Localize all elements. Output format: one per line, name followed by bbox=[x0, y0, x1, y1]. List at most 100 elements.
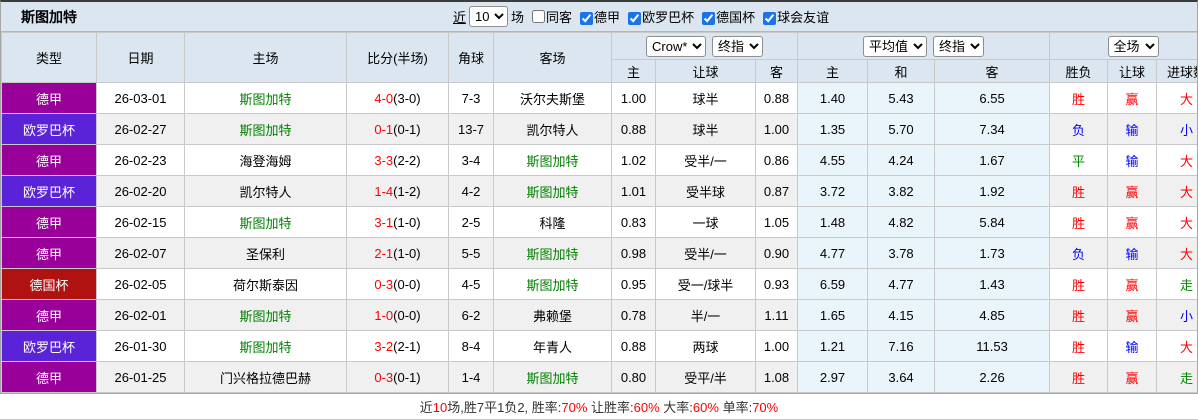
cell-odds-away: 1.11 bbox=[754, 299, 799, 331]
cell-league: 欧罗巴杯 bbox=[1, 175, 97, 207]
col-header-date: 日期 bbox=[96, 32, 185, 83]
cell-odds-home: 1.00 bbox=[611, 82, 656, 114]
summary-text-segment: 场,胜7平1负2, 胜率: bbox=[447, 400, 562, 415]
cell-result-handicap: 输 bbox=[1107, 330, 1158, 362]
cell-avg-home: 2.97 bbox=[797, 361, 869, 393]
col-header-avg-home: 主 bbox=[797, 59, 869, 83]
cell-odds-home: 1.02 bbox=[611, 144, 656, 176]
cell-date: 26-02-15 bbox=[96, 206, 185, 238]
cell-score: 0-1(0-1) bbox=[346, 113, 449, 145]
cell-result-goals: 大 bbox=[1156, 82, 1197, 114]
cell-avg-away: 1.43 bbox=[934, 268, 1051, 300]
panel-titlebar: 斯图加特 近 10 场 同客 德甲 欧罗巴杯 德国杯 球会友谊 bbox=[1, 2, 1197, 32]
cell-avg-draw: 4.77 bbox=[867, 268, 936, 300]
odds-stage-select-2[interactable]: 终指 bbox=[933, 35, 985, 57]
cell-score: 3-1(1-0) bbox=[346, 206, 449, 238]
league-filter-checkbox[interactable] bbox=[763, 12, 777, 26]
cell-corners: 8-4 bbox=[448, 330, 494, 362]
cell-avg-draw: 5.43 bbox=[867, 82, 936, 114]
cell-home-team: 斯图加特 bbox=[184, 330, 347, 362]
match-row: 德甲 26-02-07 圣保利 2-1(1-0) 5-5 斯图加特 0.98 受半/一 0.90… bbox=[1, 237, 1197, 269]
cell-away-team: 科隆 bbox=[493, 206, 612, 238]
cell-date: 26-01-25 bbox=[96, 361, 185, 393]
cell-result-outcome: 胜 bbox=[1049, 361, 1109, 393]
match-scope-select[interactable]: 全场 bbox=[1107, 35, 1159, 57]
halftime-score: (1-0) bbox=[393, 245, 421, 261]
cell-odds-handicap: 受平/半 bbox=[655, 361, 756, 393]
cell-away-team: 斯图加特 bbox=[493, 144, 612, 176]
cell-odds-handicap: 球半 bbox=[655, 113, 756, 145]
col-header-type: 类型 bbox=[1, 32, 97, 83]
cell-score: 0-3(0-1) bbox=[346, 361, 449, 393]
header-group-row: 类型 日期 主场 比分(半场) 角球 客场 Crow* 终指 平均值 终指 全场 bbox=[1, 32, 1197, 83]
fulltime-score: 1-0 bbox=[374, 307, 394, 323]
cell-league: 德甲 bbox=[1, 237, 97, 269]
match-table-body: 德甲 26-03-01 斯图加特 4-0(3-0) 7-3 沃尔夫斯堡 1.00 球半 0.88… bbox=[1, 82, 1197, 393]
cell-result-outcome: 胜 bbox=[1049, 299, 1109, 331]
cell-odds-home: 0.95 bbox=[611, 268, 656, 300]
same-away-checkbox[interactable] bbox=[532, 10, 546, 23]
cell-avg-away: 5.84 bbox=[934, 206, 1051, 238]
cell-result-handicap: 输 bbox=[1107, 113, 1158, 145]
summary-text-segment: 单率: bbox=[718, 400, 753, 415]
cell-avg-home: 1.40 bbox=[797, 82, 869, 114]
odds-group-2: 平均值 终指 bbox=[797, 32, 1051, 60]
summary-text-segment: 10 bbox=[432, 400, 448, 415]
cell-away-team: 斯图加特 bbox=[493, 175, 612, 207]
cell-odds-away: 1.08 bbox=[754, 361, 799, 393]
cell-result-goals: 走 bbox=[1156, 268, 1197, 300]
summary-text-segment: 近 bbox=[419, 400, 433, 415]
odds-stage-select-1[interactable]: 终指 bbox=[712, 35, 763, 57]
cell-avg-draw: 3.78 bbox=[867, 237, 936, 269]
cell-avg-away: 6.55 bbox=[934, 82, 1051, 114]
cell-result-outcome: 平 bbox=[1049, 144, 1109, 176]
cell-result-outcome: 负 bbox=[1049, 237, 1109, 269]
cell-away-team: 年青人 bbox=[493, 330, 612, 362]
league-filter-checkbox[interactable] bbox=[702, 12, 716, 26]
cell-avg-away: 11.53 bbox=[934, 330, 1051, 362]
col-header-result-goals: 进球数 bbox=[1156, 59, 1197, 83]
cell-score: 1-0(0-0) bbox=[346, 299, 449, 331]
league-filter-label: 德国杯 bbox=[716, 10, 756, 25]
cell-avg-draw: 5.70 bbox=[867, 113, 936, 145]
recent-count-select[interactable]: 10 bbox=[469, 6, 509, 27]
summary-text-segment: 60% bbox=[692, 400, 719, 415]
match-row: 欧罗巴杯 26-02-27 斯图加特 0-1(0-1) 13-7 凯尔特人 0.88 球半 1.… bbox=[1, 113, 1197, 145]
cell-corners: 5-5 bbox=[448, 237, 494, 269]
cell-date: 26-02-23 bbox=[96, 144, 185, 176]
col-header-score: 比分(半场) bbox=[346, 32, 449, 83]
summary-text-segment: 让胜率: bbox=[587, 400, 634, 415]
cell-odds-handicap: 球半 bbox=[655, 82, 756, 114]
cell-odds-home: 0.78 bbox=[611, 299, 656, 331]
cell-odds-home: 1.01 bbox=[611, 175, 656, 207]
bookmaker-select[interactable]: Crow* bbox=[646, 35, 706, 57]
league-filter-checkbox[interactable] bbox=[628, 12, 642, 26]
cell-date: 26-02-20 bbox=[96, 175, 185, 207]
table-clip-area: 类型 日期 主场 比分(半场) 角球 客场 Crow* 终指 平均值 终指 全场… bbox=[1, 32, 1197, 393]
summary-text-segment: 大率: bbox=[659, 400, 693, 415]
cell-league: 德甲 bbox=[1, 144, 97, 176]
cell-odds-away: 0.86 bbox=[754, 144, 799, 176]
summary-text-segment: 70% bbox=[561, 400, 588, 415]
team-title: 斯图加特 bbox=[21, 8, 77, 25]
cell-avg-away: 2.26 bbox=[934, 361, 1051, 393]
cell-avg-home: 1.21 bbox=[797, 330, 869, 362]
cell-date: 26-02-01 bbox=[96, 299, 185, 331]
col-header-away: 客场 bbox=[493, 32, 612, 83]
cell-odds-home: 0.88 bbox=[611, 330, 656, 362]
league-filter-label: 欧罗巴杯 bbox=[642, 10, 695, 25]
cell-avg-draw: 4.24 bbox=[867, 144, 936, 176]
league-filter-checkbox[interactable] bbox=[580, 12, 594, 26]
halftime-score: (1-2) bbox=[393, 183, 421, 199]
cell-odds-handicap: 两球 bbox=[655, 330, 756, 362]
cell-result-outcome: 胜 bbox=[1049, 330, 1109, 362]
cell-score: 3-2(2-1) bbox=[346, 330, 449, 362]
odds-group-1: Crow* 终指 bbox=[610, 32, 799, 60]
avg-source-select[interactable]: 平均值 bbox=[863, 35, 928, 57]
cell-odds-away: 0.88 bbox=[754, 82, 799, 114]
cell-corners: 2-5 bbox=[448, 206, 494, 238]
cell-home-team: 门兴格拉德巴赫 bbox=[184, 361, 347, 393]
cell-home-team: 斯图加特 bbox=[184, 299, 347, 331]
cell-odds-home: 0.80 bbox=[611, 361, 656, 393]
cell-result-handicap: 赢 bbox=[1107, 175, 1158, 207]
